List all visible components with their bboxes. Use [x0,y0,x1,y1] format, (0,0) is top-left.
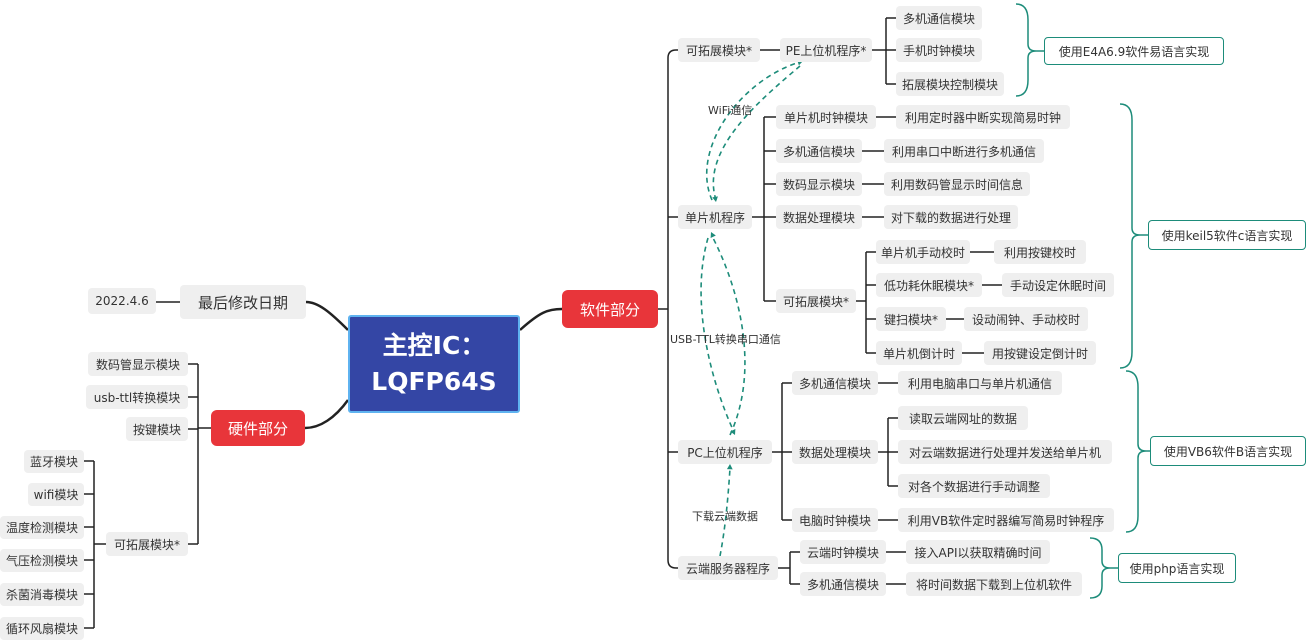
software-connector [667,49,678,59]
cloud-mod-comm[interactable]: 多机通信模块 [800,572,886,596]
download-label: 下载云端数据 [692,510,758,523]
mind-map: 主控IC： LQFP64S 最后修改日期 2022.4.6 硬件部分 数码管显示… [0,0,1309,643]
mcu-program-node[interactable]: 单片机程序 [678,205,752,229]
hw-expandable-node[interactable]: 可拓展模块* [106,532,188,556]
mcu-mod-comm-desc[interactable]: 利用串口中断进行多机通信 [884,139,1044,163]
usb-arrow-up [710,232,716,238]
cloud-mod-clock[interactable]: 云端时钟模块 [800,540,886,564]
pe-item-control[interactable]: 拓展模块控制模块 [896,72,1004,96]
hw-item-display[interactable]: 数码管显示模块 [88,352,188,376]
root-node[interactable]: 主控IC： LQFP64S [348,315,520,413]
main-connector [304,399,350,430]
summary-brace [1125,370,1147,533]
summary-brace [1119,103,1141,369]
mcu-mod-clock-desc[interactable]: 利用定时器中断实现简易时钟 [896,105,1070,129]
cloud-program-node[interactable]: 云端服务器程序 [678,556,778,580]
mcu-expandable-node[interactable]: 可拓展模块* [776,289,856,313]
mcu-ext-keyscan-desc[interactable]: 设动闹钟、手动校时 [964,307,1088,331]
mcu-ext-keyscan[interactable]: 键扫模块* [876,307,946,331]
mcu-ext-countdown-desc[interactable]: 用按键设定倒计时 [984,341,1096,365]
cloud-mod-comm-desc[interactable]: 将时间数据下载到上位机软件 [906,572,1082,596]
pe-item-comm[interactable]: 多机通信模块 [896,6,982,30]
pc-summary[interactable]: 使用VB6软件B语言实现 [1150,436,1306,466]
summary-brace [1015,3,1037,97]
pc-mod-data[interactable]: 数据处理模块 [792,440,878,464]
date-value-node[interactable]: 2022.4.6 [88,288,156,314]
mcu-mod-clock[interactable]: 单片机时钟模块 [776,105,876,129]
mcu-summary[interactable]: 使用keil5软件c语言实现 [1148,220,1306,250]
pc-program-node[interactable]: PC上位机程序 [678,440,772,464]
root-title: 主控IC： [382,331,486,360]
last-modified-node[interactable]: 最后修改日期 [180,285,306,319]
mcu-mod-data-desc[interactable]: 对下载的数据进行处理 [884,205,1018,229]
pc-data-adjust[interactable]: 对各个数据进行手动调整 [898,474,1050,498]
mcu-ext-countdown[interactable]: 单片机倒计时 [876,341,962,365]
pc-data-read[interactable]: 读取云端网址的数据 [898,406,1028,430]
wifi-arrow-down [712,196,718,202]
hw-ext-sterilize[interactable]: 杀菌消毒模块 [0,583,84,606]
pe-program-node[interactable]: PE上位机程序* [780,38,872,62]
hw-item-usb-ttl[interactable]: usb-ttl转换模块 [86,385,188,409]
mcu-mod-display[interactable]: 数码显示模块 [776,172,862,196]
mcu-ext-manual-time-desc[interactable]: 利用按键校时 [994,240,1086,264]
pc-mod-clock[interactable]: 电脑时钟模块 [792,508,878,532]
summary-brace [1089,537,1111,599]
sw-expandable-node[interactable]: 可拓展模块* [678,38,760,62]
pc-mod-clock-desc[interactable]: 利用VB软件定时器编写简易时钟程序 [898,508,1114,532]
main-connector [305,300,349,331]
cloud-summary[interactable]: 使用php语言实现 [1118,553,1236,583]
mcu-mod-comm[interactable]: 多机通信模块 [776,139,862,163]
hw-ext-wifi[interactable]: wifi模块 [28,483,84,506]
pc-mod-comm-desc[interactable]: 利用电脑串口与单片机通信 [898,371,1062,395]
hw-ext-pressure[interactable]: 气压检测模块 [0,549,84,572]
hw-ext-temperature[interactable]: 温度检测模块 [0,516,84,539]
mcu-ext-sleep[interactable]: 低功耗休眠模块* [876,273,982,297]
cloud-mod-clock-desc[interactable]: 接入API以获取精确时间 [906,540,1050,564]
mcu-mod-display-desc[interactable]: 利用数码管显示时间信息 [884,172,1030,196]
mcu-ext-manual-time[interactable]: 单片机手动校时 [876,240,970,264]
usb-comm-label: USB-TTL转换串口通信 [670,333,781,346]
software-node[interactable]: 软件部分 [562,290,658,328]
mcu-mod-data[interactable]: 数据处理模块 [776,205,862,229]
main-connector [519,307,563,331]
wifi-comm-label: WiFi通信 [708,104,753,117]
pc-mod-comm[interactable]: 多机通信模块 [792,371,878,395]
pc-data-process[interactable]: 对云端数据进行处理并发送给单片机 [898,440,1112,464]
software-connector [667,559,678,569]
root-model: LQFP64S [371,367,497,396]
hw-item-keys[interactable]: 按键模块 [126,417,188,441]
pe-summary[interactable]: 使用E4A6.9软件易语言实现 [1044,37,1224,65]
download-arrow [726,464,733,470]
hardware-node[interactable]: 硬件部分 [211,410,305,446]
mcu-ext-sleep-desc[interactable]: 手动设定休眠时间 [1002,273,1114,297]
hw-ext-bluetooth[interactable]: 蓝牙模块 [24,450,84,473]
hw-ext-fan[interactable]: 循环风扇模块 [0,617,84,640]
pe-item-phone-clock[interactable]: 手机时钟模块 [896,38,982,62]
